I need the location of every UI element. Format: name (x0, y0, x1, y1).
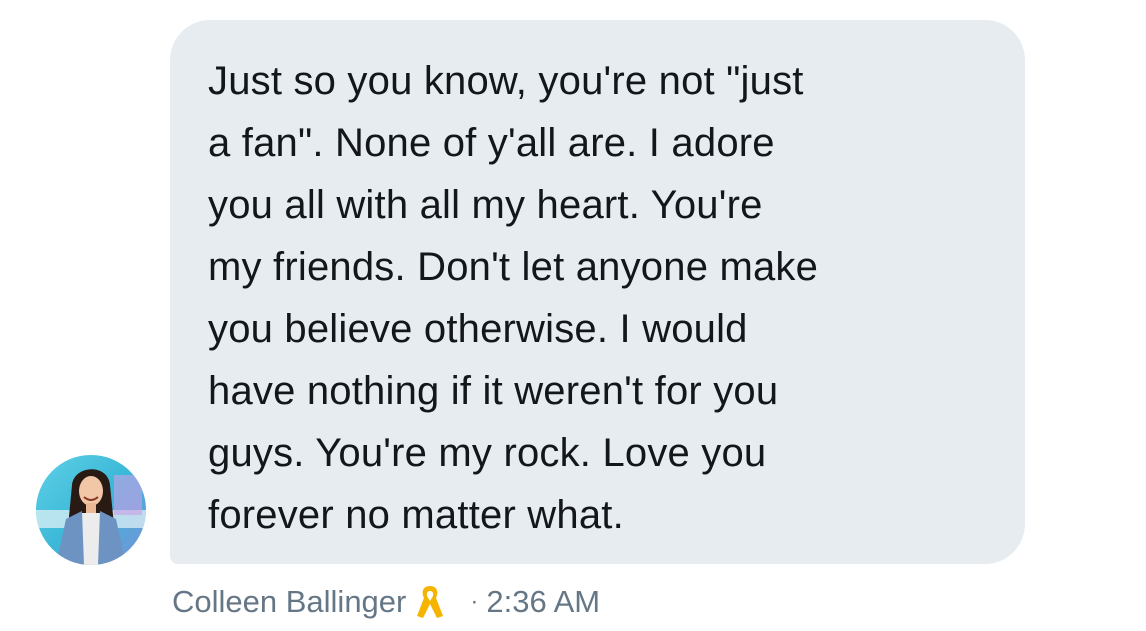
yellow-ribbon-icon (414, 582, 446, 622)
message-bubble[interactable]: Just so you know, you're not "just a fan… (170, 20, 1025, 564)
message-timestamp: 2:36 AM (486, 584, 601, 619)
message-row: Just so you know, you're not "just a fan… (0, 0, 1146, 631)
sender-name[interactable]: Colleen Ballinger (172, 584, 406, 620)
meta-separator: · (470, 588, 479, 615)
avatar-image (36, 455, 146, 565)
message-meta: Colleen Ballinger · 2:36 AM (172, 580, 600, 624)
sender-avatar[interactable] (36, 455, 146, 565)
message-text: Just so you know, you're not "just a fan… (208, 59, 819, 537)
